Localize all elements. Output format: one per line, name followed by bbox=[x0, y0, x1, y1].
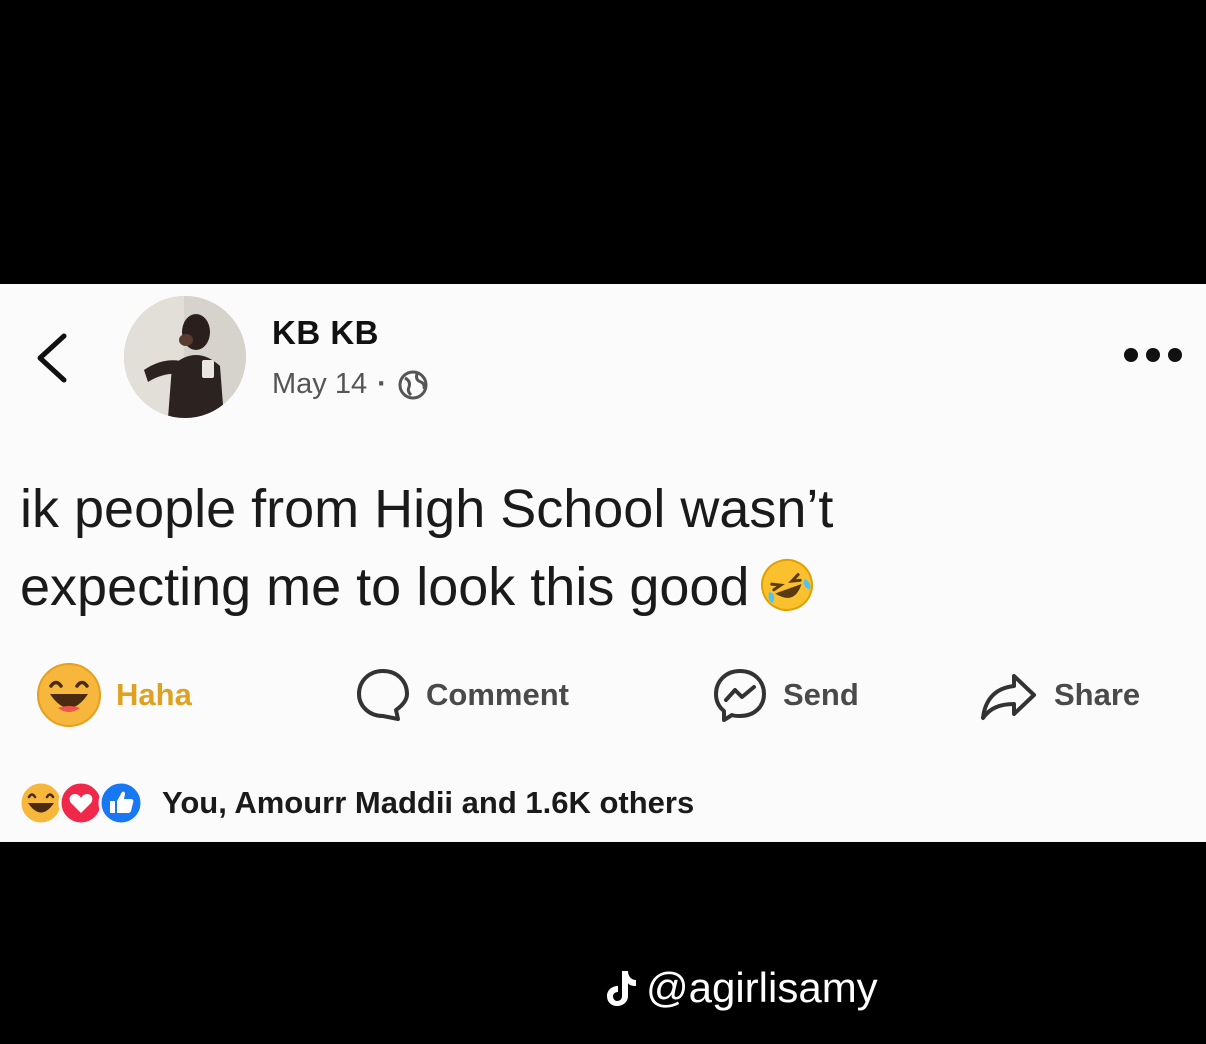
more-options-button[interactable] bbox=[1120, 340, 1186, 370]
post-text-line-1: ik people from High School wasn’t bbox=[20, 479, 834, 539]
comment-button[interactable]: Comment bbox=[354, 655, 569, 735]
avatar[interactable] bbox=[124, 296, 246, 418]
post-text: ik people from High School wasn’t expect… bbox=[20, 470, 1160, 634]
share-label: Share bbox=[1054, 677, 1141, 712]
share-button[interactable]: Share bbox=[978, 655, 1140, 735]
tiktok-watermark: @agirlisamy bbox=[604, 964, 878, 1012]
post-meta: May 14 · bbox=[272, 368, 429, 401]
chevron-left-icon bbox=[37, 333, 67, 383]
watermark-handle: @agirlisamy bbox=[646, 964, 878, 1011]
post-actions: Haha Comment Send Share bbox=[0, 655, 1206, 735]
haha-emoji-icon bbox=[37, 663, 101, 727]
back-button[interactable] bbox=[30, 330, 74, 386]
send-label: Send bbox=[783, 677, 859, 712]
tiktok-logo-icon bbox=[607, 971, 636, 1006]
reactions-text: You, Amourr Maddii and 1.6K others bbox=[162, 785, 695, 820]
reactions-summary[interactable]: You, Amourr Maddii and 1.6K others bbox=[18, 778, 694, 828]
messenger-icon bbox=[714, 669, 766, 722]
more-horizontal-icon bbox=[1124, 348, 1182, 362]
comment-label: Comment bbox=[426, 677, 569, 712]
send-button[interactable]: Send bbox=[711, 655, 859, 735]
author-name[interactable]: KB KB bbox=[272, 314, 379, 352]
haha-label: Haha bbox=[116, 677, 192, 712]
share-arrow-icon bbox=[981, 674, 1036, 720]
post-text-line-2: expecting me to look this good bbox=[20, 548, 1160, 634]
haha-button[interactable]: Haha bbox=[36, 655, 192, 735]
comment-icon bbox=[357, 669, 409, 721]
rolling-laughing-emoji bbox=[759, 556, 815, 634]
meta-separator: · bbox=[377, 368, 387, 400]
post-date[interactable]: May 14 bbox=[272, 368, 367, 401]
like-reaction-icon bbox=[98, 780, 144, 826]
post-text-line-2-content: expecting me to look this good bbox=[20, 557, 750, 617]
globe-icon bbox=[398, 370, 428, 399]
